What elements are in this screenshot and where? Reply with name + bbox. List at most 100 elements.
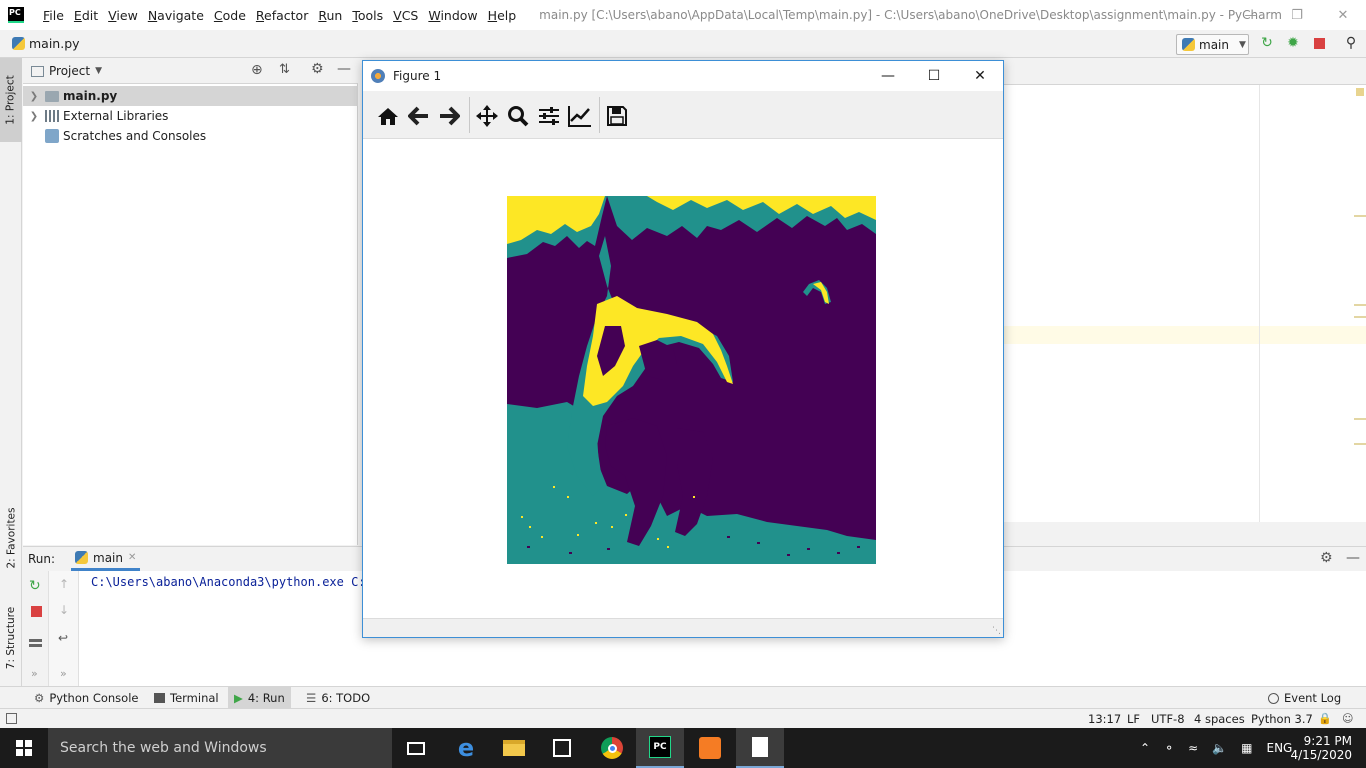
pycharm-logo-icon: PC — [8, 7, 24, 23]
caret-position[interactable]: 13:17 — [1088, 712, 1121, 726]
rerun-icon[interactable]: ↻ — [29, 578, 41, 594]
document-icon[interactable] — [736, 728, 784, 768]
event-log-button[interactable]: Event Log — [1262, 687, 1347, 709]
scroll-marker[interactable] — [1354, 215, 1366, 217]
clock[interactable]: 9:21 PM 4/15/2020 — [1290, 728, 1352, 768]
menu-refactor[interactable]: Refactor — [251, 8, 313, 23]
menu-vcs[interactable]: VCS — [388, 8, 423, 23]
close-icon[interactable]: ✕ — [957, 61, 1003, 91]
edge-icon[interactable]: e — [442, 728, 490, 768]
network-icon[interactable]: ⚬ — [1164, 741, 1174, 755]
pdf-app-icon[interactable] — [686, 728, 734, 768]
pycharm-taskbar-icon[interactable]: PC — [636, 728, 684, 768]
restore-icon[interactable]: ❐ — [1274, 0, 1320, 30]
tab-python-console[interactable]: ⚙ Python Console — [28, 687, 144, 709]
menu-code[interactable]: Code — [209, 8, 251, 23]
tree-item-scratches[interactable]: Scratches and Consoles — [23, 126, 358, 146]
stop-icon[interactable] — [1311, 35, 1327, 51]
scroll-marker[interactable] — [1354, 316, 1366, 318]
maximize-icon[interactable]: ☐ — [911, 61, 957, 91]
menu-navigate[interactable]: Navigate — [143, 8, 209, 23]
menu-view[interactable]: View — [103, 8, 143, 23]
debug-icon[interactable]: ✹ — [1285, 35, 1301, 51]
arrow-up-icon[interactable]: ↑ — [59, 577, 69, 591]
expand-icon[interactable]: » — [31, 667, 38, 680]
run-tab-main[interactable]: main ✕ — [71, 547, 141, 571]
wifi-icon[interactable]: ≈ — [1188, 741, 1198, 755]
tool-tab-favorites[interactable]: 2: Favorites — [0, 498, 22, 578]
stop-icon[interactable] — [31, 606, 42, 617]
figure-window: Figure 1 — ☐ ✕ ⋱ — [362, 60, 1004, 638]
indent-setting[interactable]: 4 spaces — [1194, 712, 1245, 726]
menu-help[interactable]: Help — [483, 8, 522, 23]
menu-window[interactable]: Window — [423, 8, 482, 23]
editor-tabs — [1004, 58, 1366, 85]
line-separator[interactable]: LF — [1127, 712, 1140, 726]
tab-todo[interactable]: ☰ 6: TODO — [300, 687, 376, 709]
start-button[interactable] — [0, 728, 48, 768]
save-icon[interactable] — [604, 103, 630, 129]
pan-icon[interactable] — [474, 103, 500, 129]
inspector-icon[interactable]: ☺ — [1342, 712, 1353, 725]
project-panel-title[interactable]: Project — [49, 64, 90, 78]
chevron-up-icon[interactable]: ⌃ — [1140, 741, 1150, 755]
layout-icon[interactable] — [29, 639, 42, 647]
chevron-down-icon[interactable]: ▼ — [95, 66, 102, 76]
menu-edit[interactable]: Edit — [69, 8, 103, 23]
scroll-marker[interactable] — [1354, 304, 1366, 306]
arrow-down-icon[interactable]: ↓ — [59, 603, 69, 617]
message-icon[interactable]: ▦ — [1241, 741, 1252, 755]
gear-icon[interactable]: ⚙ — [311, 61, 324, 77]
tree-item-external-libraries[interactable]: ❯ External Libraries — [23, 106, 358, 126]
hide-panel-icon[interactable]: — — [1346, 550, 1360, 566]
minimize-icon[interactable]: — — [865, 61, 911, 91]
edit-axis-icon[interactable] — [567, 103, 593, 129]
scroll-marker[interactable] — [1354, 418, 1366, 420]
minimize-icon[interactable]: — — [1228, 0, 1274, 30]
tool-tab-project[interactable]: 1: Project — [0, 58, 22, 142]
run-config-dropdown[interactable]: main ▼ — [1176, 34, 1249, 55]
interpreter[interactable]: Python 3.7 — [1251, 712, 1313, 726]
locate-icon[interactable]: ⊕ — [251, 62, 263, 78]
chevron-right-icon[interactable]: ❯ — [27, 91, 41, 102]
language-indicator[interactable]: ENG — [1266, 741, 1292, 755]
close-icon[interactable]: ✕ — [1320, 0, 1366, 30]
lock-icon[interactable]: 🔒 — [1318, 712, 1332, 725]
chrome-icon[interactable] — [588, 728, 636, 768]
tab-terminal[interactable]: Terminal — [148, 687, 225, 709]
file-explorer-icon[interactable] — [490, 728, 538, 768]
inspection-indicator[interactable] — [1356, 88, 1364, 96]
resize-grip-icon[interactable]: ⋱ — [992, 626, 1001, 636]
taskbar-search[interactable]: Search the web and Windows — [48, 728, 392, 768]
home-icon[interactable] — [375, 103, 401, 129]
breadcrumb[interactable]: main.py — [12, 36, 80, 51]
tool-tab-structure[interactable]: 7: Structure — [0, 598, 22, 678]
close-tab-icon[interactable]: ✕ — [128, 552, 136, 563]
breadcrumb-file[interactable]: main.py — [29, 36, 80, 51]
store-icon[interactable] — [538, 728, 586, 768]
forward-icon[interactable] — [436, 103, 462, 129]
tab-run[interactable]: ▶ 4: Run — [228, 687, 291, 709]
chevron-right-icon[interactable]: ❯ — [27, 111, 41, 122]
expand-icon[interactable]: » — [60, 667, 67, 680]
volume-icon[interactable]: 🔈 — [1212, 741, 1227, 755]
gear-icon[interactable]: ⚙ — [1320, 550, 1333, 566]
tree-item-main-py[interactable]: ❯ main.py — [23, 86, 358, 106]
menu-file[interactable]: File — [38, 8, 69, 23]
menu-run[interactable]: Run — [313, 8, 347, 23]
search-icon[interactable]: ⚲ — [1343, 35, 1359, 51]
toggle-tool-windows-icon[interactable] — [6, 713, 17, 724]
rerun-icon[interactable]: ↻ — [1259, 35, 1275, 51]
scroll-marker[interactable] — [1354, 443, 1366, 445]
soft-wrap-icon[interactable]: ↩ — [58, 631, 68, 645]
code-editor[interactable] — [1004, 58, 1366, 522]
collapse-all-icon[interactable]: ⇅ — [279, 62, 290, 77]
hide-panel-icon[interactable]: — — [337, 61, 351, 77]
file-encoding[interactable]: UTF-8 — [1151, 712, 1185, 726]
image-plot[interactable] — [507, 196, 876, 564]
menu-tools[interactable]: Tools — [347, 8, 388, 23]
back-icon[interactable] — [406, 103, 432, 129]
configure-subplots-icon[interactable] — [536, 103, 562, 129]
zoom-icon[interactable] — [505, 103, 531, 129]
task-view-icon[interactable] — [392, 728, 440, 768]
